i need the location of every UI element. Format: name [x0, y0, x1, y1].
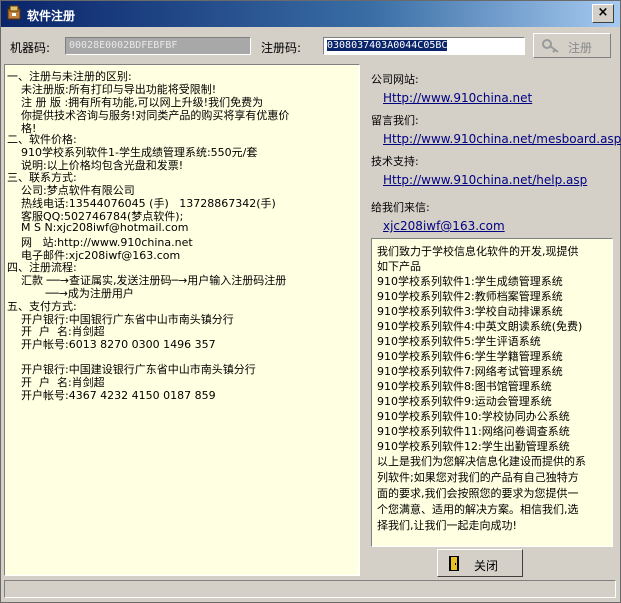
desc-line: 910学校系列软件3:学校自动排课系统 — [377, 305, 563, 318]
app-icon — [7, 5, 21, 20]
register-button-label: 注册 — [568, 41, 593, 55]
reg-code-input[interactable]: 0308037403A0044C05BC — [323, 37, 525, 55]
status-bar — [4, 580, 616, 598]
desc-line: 择我们,让我们一起走向成功! — [377, 519, 517, 532]
info-line: 开户帐号:6013 8270 0300 1496 357 — [7, 338, 216, 351]
close-button-label: 关闭 — [474, 559, 499, 573]
desc-line: 910学校系列软件1:学生成绩管理系统 — [377, 275, 563, 288]
email-section: 给我们来信: xjc208iwf@163.com — [371, 199, 505, 233]
reg-code-label: 注册码: — [261, 41, 302, 55]
desc-line: 910学校系列软件2:教师档案管理系统 — [377, 290, 563, 303]
desc-line: 910学校系列软件12:学生出勤管理系统 — [377, 440, 570, 453]
support-link[interactable]: Http://www.910china.net/help.asp — [383, 173, 587, 187]
register-window: 软件注册 × 机器码: 00028E0002BDFEBFBF 注册码: 0308… — [0, 0, 621, 603]
product-description-box[interactable]: 我们致力于学校信息化软件的开发,现提供 如下产品 910学校系列软件1:学生成绩… — [371, 238, 613, 547]
message-board-link[interactable]: Http://www.910china.net/mesboard.asp — [383, 132, 621, 146]
window-title: 软件注册 — [27, 9, 76, 23]
machine-code-label: 机器码: — [10, 41, 51, 55]
info-panel[interactable]: 一、注册与未注册的区别: 未注册版:所有打印与导出功能将受限制! 注 册 版 :… — [4, 64, 360, 576]
reg-code-selected-text: 0308037403A0044C05BC — [327, 40, 448, 51]
support-section: 技术支持: Http://www.910china.net/help.asp — [371, 153, 587, 187]
desc-line: 列软件;如果您对我们的产品有自己独特方 — [377, 471, 579, 484]
exit-door-icon — [449, 556, 459, 571]
desc-line: 面的要求,我们会按照您的要求为您提供一 — [377, 487, 579, 500]
desc-line: 我们致力于学校信息化软件的开发,现提供 — [377, 245, 579, 258]
website-label: 公司网站: — [371, 73, 419, 86]
info-line: 你提供技术咨询与服务!对同类产品的购买将享有优惠价 — [7, 109, 290, 122]
close-button[interactable]: 关闭 — [437, 549, 523, 577]
message-label: 留言我们: — [371, 114, 419, 127]
title-bar[interactable]: 软件注册 × — [1, 1, 620, 27]
desc-line: 910学校系列软件10:学校协同办公系统 — [377, 410, 570, 423]
machine-code-field[interactable]: 00028E0002BDFEBFBF — [65, 37, 251, 55]
support-label: 技术支持: — [371, 155, 419, 168]
registration-row: 机器码: 00028E0002BDFEBFBF 注册码: 0308037403A… — [1, 29, 620, 63]
message-section: 留言我们: Http://www.910china.net/mesboard.a… — [371, 112, 621, 146]
register-button[interactable]: 注册 — [533, 33, 611, 58]
desc-line: 910学校系列软件5:学生评语系统 — [377, 335, 541, 348]
desc-line: 个您满意、适用的解决方案。相信我们,选 — [377, 503, 579, 516]
desc-line: 如下产品 — [377, 260, 421, 273]
desc-line: 以上是我们为您解决信息化建设而提供的系 — [377, 455, 586, 468]
info-line: 开户帐号:4367 4232 4150 0187 859 — [7, 389, 216, 402]
desc-line: 910学校系列软件9:运动会管理系统 — [377, 395, 552, 408]
desc-line: 910学校系列软件4:中英文朗读系统(免费) — [377, 320, 583, 333]
desc-line: 910学校系列软件6:学生学籍管理系统 — [377, 350, 563, 363]
desc-line: 910学校系列软件11:网络问卷调查系统 — [377, 425, 570, 438]
info-line: M S N:xjc208iwf@hotmail.com — [7, 221, 189, 234]
email-link[interactable]: xjc208iwf@163.com — [383, 219, 505, 233]
email-label: 给我们来信: — [371, 201, 430, 214]
website-link[interactable]: Http://www.910china.net — [383, 91, 532, 105]
desc-line: 910学校系列软件7:网络考试管理系统 — [377, 365, 563, 378]
desc-line: 910学校系列软件8:图书馆管理系统 — [377, 380, 552, 393]
window-close-button[interactable]: × — [592, 4, 614, 23]
key-icon — [542, 39, 559, 53]
website-section: 公司网站: Http://www.910china.net — [371, 71, 532, 105]
